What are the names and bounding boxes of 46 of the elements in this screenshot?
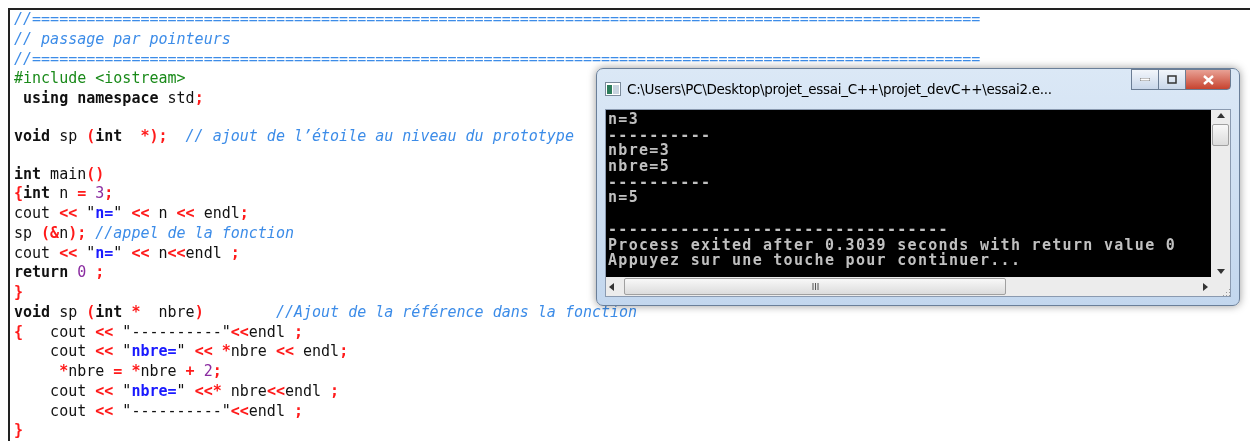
code-line: cout << "----------"<<endl ; [49, 401, 303, 422]
close-icon [1202, 74, 1214, 85]
minimize-button[interactable] [1131, 69, 1159, 90]
code-line: sp (&n); //appel de la fonction [14, 223, 294, 244]
code-line: int main() [14, 164, 105, 185]
scroll-thumb[interactable] [1212, 124, 1229, 146]
code-line: { cout << "----------"<<endl ; [14, 322, 303, 343]
minimize-icon [1140, 78, 1150, 81]
code-line: void sp (int * nbre) //Ajout de la référence dans la fonction [14, 302, 638, 323]
maximize-button[interactable] [1158, 69, 1186, 90]
code-line: return 0 ; [14, 263, 105, 283]
console-line: Appuyez sur une touche pour continuer... [608, 253, 1022, 269]
console-line: n=5 [608, 190, 639, 207]
console-line: n=3 [608, 112, 639, 128]
maximize-icon [1167, 75, 1177, 84]
code-line: using namespace std; [22, 89, 204, 109]
close-button[interactable] [1185, 69, 1231, 90]
console-line: --------------------------------- [608, 221, 949, 238]
code-line: cout << "n=" << n<<endl ; [14, 243, 240, 264]
code-line: } [14, 283, 24, 303]
console-app-icon [605, 82, 621, 96]
scroll-left-icon[interactable] [609, 282, 614, 291]
grip-icon [811, 283, 819, 290]
code-line: //========================================================================================================= [14, 10, 981, 30]
code-line: // passage par pointeurs [14, 29, 231, 50]
vertical-scrollbar[interactable] [1211, 110, 1230, 277]
console-line: ---------- [608, 174, 712, 191]
horizontal-scrollbar[interactable] [606, 277, 1211, 296]
scroll-up-icon[interactable] [1216, 113, 1225, 118]
code-line: cout << "nbre=" <<* nbre<<endl ; [49, 381, 340, 402]
console-line: nbre=3 [608, 143, 670, 160]
console-line: ---------- [608, 127, 712, 144]
code-line: {int n = 3; [14, 184, 114, 204]
scroll-thumb[interactable] [624, 278, 1006, 295]
code-line: cout << "nbre=" << *nbre << endl; [49, 342, 349, 362]
scroll-down-icon[interactable] [1216, 269, 1225, 274]
code-line: void sp (int *); // ajout de l’étoile au niveau du prototype [14, 126, 574, 147]
code-line: *nbre = *nbre + 2; [58, 362, 222, 382]
window-title: C:\Users\PC\Desktop\projet_essai_C++\projet_devC++\essai2.e... [627, 81, 1052, 97]
code-line: #include <iostream> [14, 69, 186, 89]
scroll-right-icon[interactable] [1203, 282, 1208, 291]
code-line: } [14, 421, 24, 441]
code-line: cout << "n=" << n << endl; [14, 204, 249, 224]
code-line: //========================================================================================================= [14, 49, 981, 70]
console-line: nbre=5 [608, 159, 670, 175]
resize-grip-icon[interactable] [1220, 286, 1230, 296]
